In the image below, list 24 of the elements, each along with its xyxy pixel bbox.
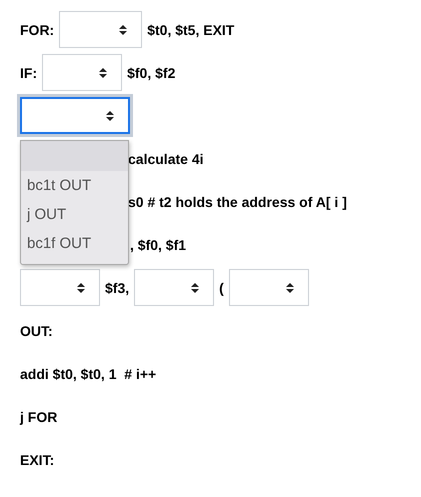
- up-down-arrows-icon: [77, 282, 85, 292]
- dropdown-option[interactable]: bc1t OUT: [21, 171, 128, 200]
- code-text: s0 # t2 holds the address of A[ i ]: [128, 194, 347, 210]
- dropdown-option[interactable]: j OUT: [21, 200, 128, 229]
- up-down-arrows-icon: [191, 282, 200, 292]
- up-down-arrows-icon: [99, 68, 108, 78]
- up-down-arrows-icon: [106, 110, 114, 120]
- up-down-arrows-icon: [286, 282, 294, 292]
- up-down-arrows-icon: [119, 24, 128, 34]
- code-text: EXIT:: [20, 452, 54, 468]
- code-text: OUT:: [20, 322, 53, 338]
- select-dropdown[interactable]: [20, 97, 130, 134]
- code-text: $t0, $t5, EXIT: [147, 22, 234, 38]
- code-text: j FOR: [20, 408, 58, 424]
- code-text: calculate 4i: [128, 150, 204, 166]
- blank-option[interactable]: [21, 141, 128, 171]
- code-text: , $f0, $f1: [130, 236, 186, 252]
- code-text: $f0, $f2: [127, 64, 176, 80]
- code-text: (: [219, 280, 224, 296]
- code-text: IF:: [20, 64, 38, 80]
- code-text: addi $t0, $t0, 1 # i++: [20, 366, 156, 382]
- code-text: FOR:: [20, 22, 54, 38]
- code-text: $f3,: [105, 280, 130, 296]
- dropdown-option[interactable]: bc1f OUT: [21, 229, 128, 258]
